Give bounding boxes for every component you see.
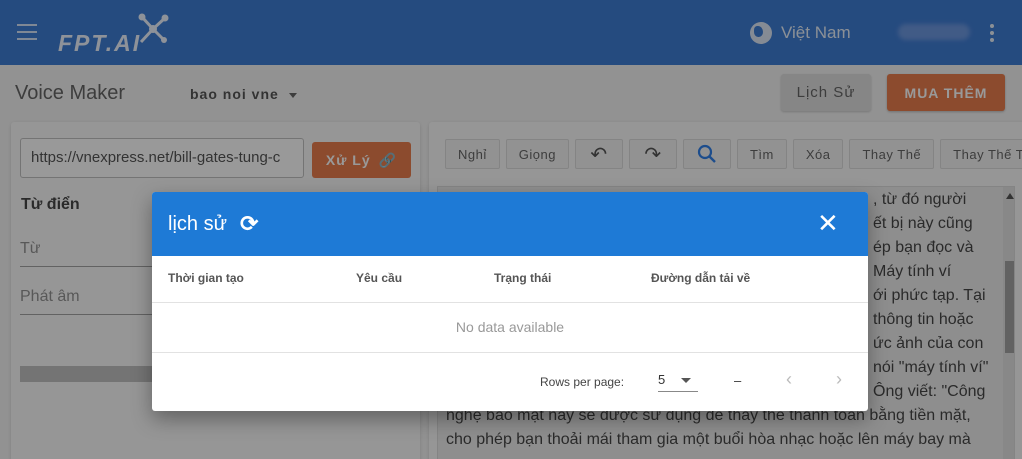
column-header-created-time[interactable]: Thời gian tạo bbox=[168, 271, 244, 285]
column-header-download-link[interactable]: Đường dẫn tải về bbox=[651, 271, 750, 285]
rows-per-page-value: 5 bbox=[658, 372, 666, 387]
rows-per-page-label: Rows per page: bbox=[540, 375, 625, 389]
history-dialog: lịch sử ⟳ ✕ Thời gian tạo Yêu cầu Trạng … bbox=[152, 192, 868, 411]
divider bbox=[152, 302, 868, 303]
divider bbox=[152, 352, 868, 353]
pagination-range: – bbox=[734, 373, 742, 388]
chevron-left-icon[interactable]: ‹ bbox=[786, 369, 792, 390]
empty-state: No data available bbox=[455, 319, 565, 335]
chevron-down-icon bbox=[681, 378, 691, 383]
dialog-title: lịch sử bbox=[168, 213, 227, 235]
rows-per-page-select[interactable]: 5 bbox=[658, 372, 698, 392]
close-icon[interactable]: ✕ bbox=[817, 208, 839, 239]
refresh-icon[interactable]: ⟳ bbox=[240, 211, 258, 237]
dialog-header: lịch sử ⟳ ✕ bbox=[152, 192, 868, 256]
chevron-right-icon[interactable]: › bbox=[836, 369, 842, 390]
column-header-request[interactable]: Yêu cầu bbox=[356, 271, 402, 285]
column-header-status[interactable]: Trạng thái bbox=[494, 271, 551, 285]
